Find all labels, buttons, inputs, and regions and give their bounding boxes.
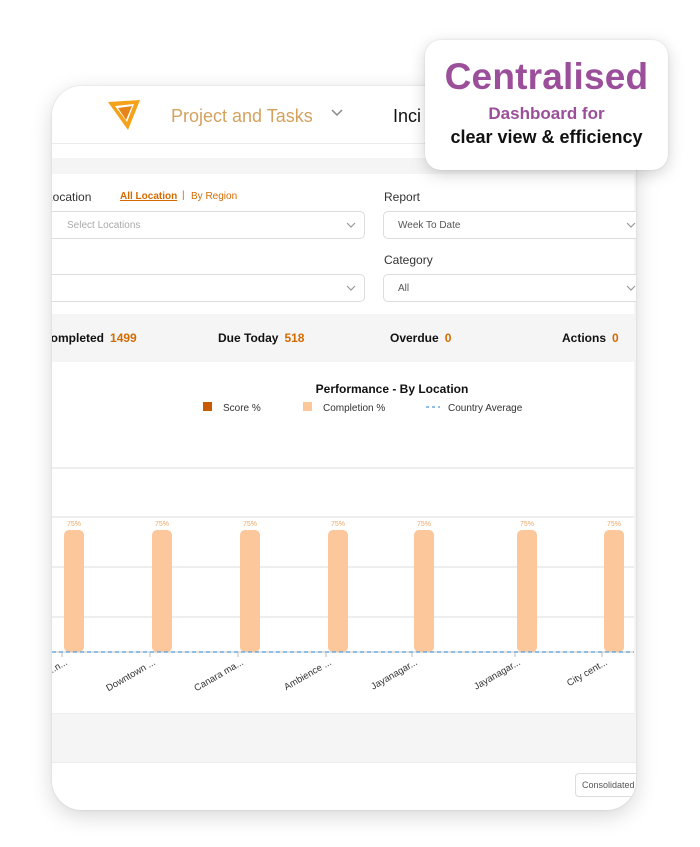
paper-plane-logo-icon[interactable] <box>106 98 142 132</box>
report-label: Report <box>384 190 421 204</box>
stat-actions[interactable]: Actions 0 <box>562 331 619 345</box>
chart-title: Performance - By Location <box>316 382 469 396</box>
legend-swatch <box>203 402 212 411</box>
bar-completion <box>240 530 260 652</box>
stats-bar: Completed 1499 Due Today 518 Overdue 0 Acti… <box>52 328 636 352</box>
bar-completion <box>64 530 84 652</box>
data-label: 75% <box>520 521 534 528</box>
bottom-panel: Consolidated <box>52 762 636 810</box>
legend-label: Score % <box>223 403 261 414</box>
bar-completion <box>414 530 434 652</box>
app-window: Project and Tasks Inci Location All Loca… <box>52 86 636 810</box>
location-select[interactable]: Select Locations <box>52 211 365 239</box>
stat-label: Overdue <box>390 331 439 345</box>
stat-due-today[interactable]: Due Today 518 <box>218 331 304 345</box>
data-label: 75% <box>607 521 621 528</box>
location-placeholder: Select Locations <box>67 220 141 231</box>
bar-completion <box>517 530 537 652</box>
x-tick-label: Downtown ... <box>104 657 157 694</box>
data-label: 75% <box>155 521 169 528</box>
x-tick-label: Jayanagar... <box>369 657 419 692</box>
x-tick-label: Ambience ... <box>282 657 333 693</box>
performance-chart: Performance - By Location Score % Completi… <box>52 382 634 714</box>
stat-label: Due Today <box>218 331 279 345</box>
legend-label: Completion % <box>323 403 385 414</box>
bar-completion <box>152 530 172 652</box>
stat-completed[interactable]: Completed 1499 <box>52 331 137 345</box>
all-location-link[interactable]: All Location <box>120 191 177 202</box>
chevron-down-icon <box>346 285 356 291</box>
legend-swatch <box>303 402 312 411</box>
stat-overdue[interactable]: Overdue 0 <box>390 331 451 345</box>
report-value: Week To Date <box>398 220 461 231</box>
bar-completion <box>328 530 348 652</box>
nav-item-project-and-tasks[interactable]: Project and Tasks <box>171 106 313 127</box>
performance-chart-card: Performance - By Location Score % Completi… <box>52 362 634 714</box>
dashboard-content: Location All Location | By Region Select… <box>52 144 636 810</box>
stat-value: 518 <box>284 331 305 345</box>
stat-value: 0 <box>612 331 619 345</box>
x-tick-label: ...n... <box>52 657 70 677</box>
feature-callout: Centralised Dashboard for clear view & e… <box>425 40 668 170</box>
x-tick-label: Jayanagar... <box>472 657 522 692</box>
chevron-down-icon <box>346 222 356 228</box>
stat-value: 0 <box>444 331 452 345</box>
report-select[interactable]: Week To Date <box>383 211 636 239</box>
legend-label: Country Average <box>448 403 523 414</box>
by-region-link[interactable]: By Region <box>191 191 237 202</box>
data-label: 75% <box>243 521 257 528</box>
chevron-down-icon[interactable] <box>331 108 343 118</box>
category-label: Category <box>384 253 433 267</box>
x-tick-label: Canara ma... <box>192 657 245 694</box>
callout-tagline: clear view & efficiency <box>450 127 643 147</box>
bar-completion <box>604 530 624 652</box>
filters-panel: Location All Location | By Region Select… <box>52 174 636 314</box>
callout-title: Centralised <box>444 56 649 97</box>
category-value: All <box>398 283 410 294</box>
callout-subtitle: Dashboard for <box>488 104 605 123</box>
category-select[interactable]: All <box>383 274 636 302</box>
data-label: 75% <box>417 521 431 528</box>
chevron-down-icon <box>626 285 636 291</box>
chevron-down-icon <box>626 222 636 228</box>
data-label: 75% <box>331 521 345 528</box>
x-tick-label: City cent... <box>565 657 609 689</box>
nav-item-incidents[interactable]: Inci <box>393 106 421 127</box>
location-label: Location <box>52 190 92 204</box>
stat-label: Actions <box>562 331 607 345</box>
consolidated-button[interactable]: Consolidated <box>575 773 636 797</box>
stat-value: 1499 <box>110 331 137 345</box>
link-separator: | <box>182 190 185 201</box>
stat-label: Completed <box>52 331 105 345</box>
stage: Project and Tasks Inci Location All Loca… <box>0 0 700 847</box>
secondary-select[interactable] <box>52 274 365 302</box>
data-label: 75% <box>67 521 81 528</box>
